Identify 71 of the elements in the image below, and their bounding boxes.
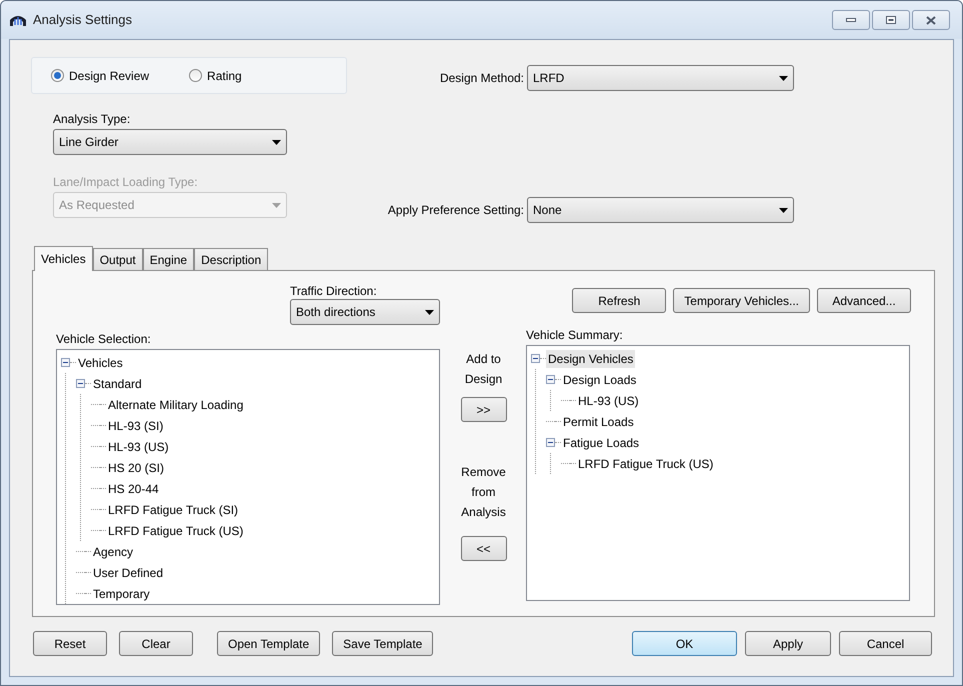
tab[interactable]: Description <box>194 248 268 270</box>
minimize-button[interactable] <box>832 10 870 30</box>
maximize-button[interactable] <box>872 10 910 30</box>
caret-icon <box>779 208 788 212</box>
radio-label: Design Review <box>69 68 150 84</box>
window-title: Analysis Settings <box>33 11 132 30</box>
tree-item[interactable]: HL-93 (US) <box>106 438 171 456</box>
dropdown[interactable]: Both directions <box>290 299 440 325</box>
dropdown[interactable]: LRFD <box>527 65 794 91</box>
tree-item[interactable]: HL-93 (US) <box>576 392 641 410</box>
footer-button[interactable]: Clear <box>119 631 193 656</box>
tree-item[interactable]: Design Loads <box>561 370 638 388</box>
tree-item[interactable]: LRFD Fatigue Truck (US) <box>576 454 716 472</box>
tree-item[interactable]: Standard <box>91 374 144 392</box>
remove-button[interactable]: << <box>460 536 506 561</box>
radio-button[interactable] <box>51 69 64 82</box>
footer-button[interactable]: Open Template <box>217 631 320 656</box>
tree-view[interactable]: Design Vehicles Design Loads HL-93 (US) Permit Loads Fatigue Loads LRFD Fatigue Truck (US) <box>526 345 910 601</box>
collapse-icon[interactable] <box>546 438 555 447</box>
dialog-button[interactable]: Apply <box>745 631 831 656</box>
footer-button[interactable]: Save Template <box>332 631 434 656</box>
radio-label: Rating <box>207 68 242 84</box>
caret-icon <box>779 76 788 80</box>
close-button[interactable] <box>912 10 950 30</box>
bridge-icon <box>9 13 27 27</box>
collapse-icon[interactable] <box>76 379 85 388</box>
tree-item[interactable]: Alternate Military Loading <box>106 396 246 414</box>
collapse-icon[interactable] <box>61 358 70 367</box>
section-label: Vehicle Summary: <box>526 327 624 344</box>
field-label: Analysis Type: <box>53 111 132 128</box>
minimize-icon <box>846 18 856 22</box>
caret-icon <box>272 140 281 144</box>
tree-view[interactable]: Vehicles Standard Alternate Military Loading HL-93 (SI) HL-93 (US) HS 20 (SI) HS 20-44 LRFD Fatigue Truck (SI) LRFD Fatigue Truck (US) Agency User Defined Temporary <box>56 349 440 605</box>
tree-item[interactable]: Temporary <box>91 584 152 602</box>
panel-button[interactable]: Refresh <box>572 288 666 313</box>
section-label: Vehicle Selection: <box>56 331 152 348</box>
collapse-icon[interactable] <box>546 375 555 384</box>
panel-button[interactable]: Advanced... <box>817 288 911 313</box>
tree-item[interactable]: HS 20-44 <box>106 480 161 498</box>
dropdown[interactable]: Line Girder <box>53 129 287 155</box>
action-label: Add to Design <box>464 351 504 388</box>
field-label: Design Method: <box>438 70 525 87</box>
tree-item[interactable]: Design Vehicles <box>546 350 636 368</box>
action-label: Remove from Analysis <box>460 464 507 521</box>
tab[interactable]: Vehicles <box>34 246 93 271</box>
caret-icon <box>272 202 281 208</box>
tab[interactable]: Output <box>92 248 143 270</box>
footer-button[interactable]: Reset <box>33 631 107 656</box>
add-button[interactable]: >> <box>460 397 506 422</box>
tree-item[interactable]: Permit Loads <box>561 412 636 430</box>
dialog-button[interactable]: OK <box>632 631 737 656</box>
tree-item[interactable]: LRFD Fatigue Truck (SI) <box>106 500 240 518</box>
tree-item[interactable]: LRFD Fatigue Truck (US) <box>106 522 246 540</box>
collapse-icon[interactable] <box>531 354 540 363</box>
maximize-icon <box>886 16 896 24</box>
panel-button[interactable]: Temporary Vehicles... <box>673 288 810 313</box>
dialog-button[interactable]: Cancel <box>839 631 932 656</box>
tab[interactable]: Engine <box>142 248 194 270</box>
tree-item[interactable]: Agency <box>91 542 136 560</box>
tree-item[interactable]: Vehicles <box>76 354 125 372</box>
radio-button[interactable] <box>189 69 202 82</box>
field-label: Traffic Direction: <box>290 283 378 299</box>
close-icon <box>926 16 936 24</box>
caret-icon <box>425 310 434 314</box>
tree-item[interactable]: HS 20 (SI) <box>106 458 166 476</box>
field-label: Apply Preference Setting: <box>386 202 525 219</box>
tree-item[interactable]: User Defined <box>91 564 166 582</box>
tree-item[interactable]: HL-93 (SI) <box>106 416 166 434</box>
tree-item[interactable]: Fatigue Loads <box>561 434 642 452</box>
field-label: Lane/Impact Loading Type: <box>53 174 199 191</box>
dropdown[interactable]: None <box>527 197 794 223</box>
